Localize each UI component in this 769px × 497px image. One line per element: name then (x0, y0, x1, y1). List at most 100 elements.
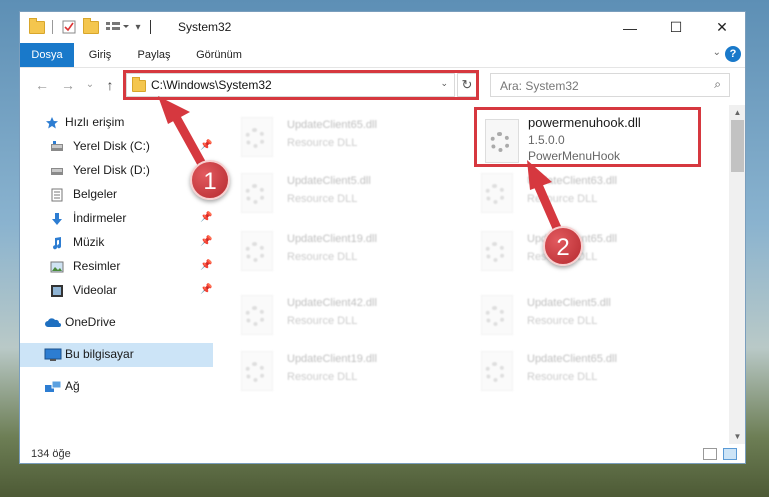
sidebar-item-label: OneDrive (65, 315, 116, 329)
callout-badge-2: 2 (543, 226, 583, 266)
folder-icon[interactable] (28, 17, 46, 36)
file-type: Resource DLL (287, 371, 358, 383)
sidebar-item-label: Resimler (73, 259, 121, 273)
file-name: UpdateClient5.dll (287, 175, 371, 187)
file-type: Resource DLL (287, 137, 358, 149)
separator (148, 18, 152, 36)
videos-icon (51, 285, 63, 297)
address-dropdown-icon[interactable]: ⌄ (440, 78, 448, 89)
dll-file-icon (481, 295, 513, 335)
pin-icon[interactable]: 📌 (200, 284, 212, 295)
dll-file-icon (241, 231, 273, 271)
details-view-icon[interactable] (703, 448, 717, 460)
large-icons-view-icon[interactable] (723, 448, 737, 460)
pictures-icon (50, 261, 64, 273)
file-item[interactable]: UpdateClient42.dll Resource DLL (225, 291, 435, 339)
sidebar-item-music[interactable]: Müzik 📌 (20, 231, 213, 255)
search-icon: ⌕ (714, 77, 721, 91)
file-name: UpdateClient42.dll (287, 297, 377, 309)
expand-ribbon-icon[interactable]: ⌄ (713, 47, 721, 58)
pin-icon[interactable]: 📌 (200, 212, 212, 223)
file-type: Resource DLL (287, 315, 358, 327)
dll-file-icon (241, 351, 273, 391)
sidebar-item-label: Müzik (73, 235, 105, 249)
pin-icon[interactable]: 📌 (200, 140, 212, 151)
file-name: UpdateClient19.dll (287, 353, 377, 365)
sidebar-item-this-pc[interactable]: Bu bilgisayar (20, 343, 213, 367)
documents-icon (51, 188, 63, 202)
navigation-bar: ← → ⌄ ↑ C:\Windows\System32 ⌄ ↻ Ara: Sys… (20, 67, 745, 105)
file-name: UpdateClient5.dll (527, 297, 611, 309)
network-icon (45, 380, 62, 392)
dll-file-icon (481, 351, 513, 391)
status-bar: 134 öğe (20, 444, 745, 463)
maximize-button[interactable]: ☐ (653, 12, 699, 43)
tab-file[interactable]: Dosya (20, 43, 74, 67)
tab-home[interactable]: Giriş (78, 43, 122, 67)
scrollbar-thumb[interactable] (731, 120, 744, 172)
scroll-up-icon[interactable]: ▲ (729, 105, 745, 120)
sidebar-item-drive-d[interactable]: Yerel Disk (D:) (20, 159, 213, 183)
file-type: Resource DLL (287, 193, 358, 205)
scroll-down-icon[interactable]: ▼ (729, 429, 745, 444)
file-name: UpdateClient65.dll (287, 119, 377, 131)
music-icon (53, 237, 62, 250)
file-description: PowerMenuHook (528, 149, 621, 163)
search-input[interactable]: Ara: System32 ⌕ (490, 73, 730, 97)
dll-file-icon (241, 295, 273, 335)
file-list: UpdateClient65.dll Resource DLL UpdateCl… (225, 105, 729, 444)
file-item[interactable]: UpdateClient5.dll Resource DLL (465, 291, 675, 339)
file-item[interactable]: UpdateClient65.dll Resource DLL (465, 347, 675, 395)
title-bar: ▾ System32 — ☐ ✕ (20, 12, 745, 43)
file-item[interactable]: UpdateClient65.dll Resource DLL (225, 113, 435, 161)
sidebar-item-label: Videolar (73, 283, 117, 297)
close-button[interactable]: ✕ (699, 12, 745, 43)
sidebar-item-drive-c[interactable]: Yerel Disk (C:) 📌 (20, 135, 213, 159)
refresh-button[interactable]: ↻ (457, 73, 477, 97)
customize-toolbar-icon[interactable] (104, 18, 130, 36)
sidebar-item-downloads[interactable]: İndirmeler 📌 (20, 207, 213, 231)
properties-icon[interactable] (60, 18, 78, 36)
explorer-window: ▾ System32 — ☐ ✕ Dosya Giriş Paylaş Görü… (19, 11, 746, 464)
file-item[interactable]: UpdateClient5.dll Resource DLL (225, 169, 435, 217)
forward-button[interactable]: → (58, 75, 78, 95)
navigation-pane: Hızlı erişim Yerel Disk (C:) 📌 Yerel Dis… (20, 105, 213, 444)
search-placeholder: Ara: System32 (500, 79, 579, 93)
drive-icon (51, 168, 63, 175)
computer-icon (44, 348, 62, 361)
cloud-icon (45, 318, 61, 327)
separator (50, 18, 54, 36)
back-button[interactable]: ← (32, 75, 52, 95)
sidebar-item-quick-access[interactable]: Hızlı erişim (20, 111, 213, 135)
tab-share[interactable]: Paylaş (126, 43, 182, 67)
pin-icon[interactable]: 📌 (200, 236, 212, 247)
sidebar-item-pictures[interactable]: Resimler 📌 (20, 255, 213, 279)
ribbon: Dosya Giriş Paylaş Görünüm ⌄ ? (20, 43, 745, 68)
file-name: UpdateClient19.dll (287, 233, 377, 245)
callout-badge-1: 1 (190, 160, 230, 200)
pin-icon[interactable]: 📌 (200, 260, 212, 271)
help-icon[interactable]: ? (725, 46, 741, 62)
folder-icon (132, 77, 146, 92)
quick-access-dropdown-icon[interactable]: ▾ (132, 18, 144, 36)
sidebar-item-documents[interactable]: Belgeler 📌 (20, 183, 213, 207)
minimize-button[interactable]: — (607, 12, 653, 43)
dll-file-icon (485, 119, 519, 163)
up-button[interactable]: ↑ (100, 75, 120, 95)
sidebar-item-videos[interactable]: Videolar 📌 (20, 279, 213, 303)
recent-locations-icon[interactable]: ⌄ (80, 75, 100, 95)
file-item[interactable]: UpdateClient19.dll Resource DLL (225, 347, 435, 395)
address-bar[interactable]: C:\Windows\System32 ⌄ (126, 73, 455, 97)
tab-view[interactable]: Görünüm (188, 43, 250, 67)
file-item[interactable]: UpdateClient19.dll Resource DLL (225, 227, 435, 275)
download-icon (52, 213, 62, 225)
dll-file-icon (481, 173, 513, 213)
file-item-powermenuhook[interactable]: powermenuhook.dll 1.5.0.0 PowerMenuHook (479, 113, 719, 171)
sidebar-item-onedrive[interactable]: OneDrive (20, 311, 213, 335)
sidebar-item-network[interactable]: Ağ (20, 375, 213, 399)
new-folder-icon[interactable] (82, 17, 100, 36)
file-item[interactable]: UpdateClient63.dll Resource DLL (465, 169, 675, 217)
vertical-scrollbar[interactable]: ▲ ▼ (729, 105, 745, 444)
sidebar-item-label: Bu bilgisayar (65, 347, 134, 361)
file-type: Resource DLL (287, 251, 358, 263)
